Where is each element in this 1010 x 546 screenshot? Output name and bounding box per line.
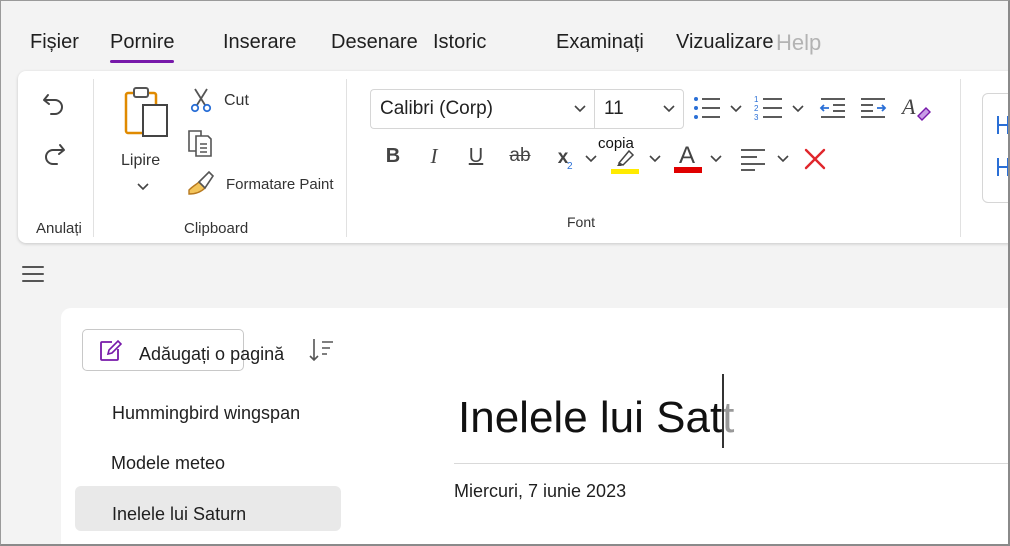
tab-home[interactable]: Pornire (110, 31, 175, 63)
copy-icon[interactable] (185, 127, 215, 159)
chevron-down-icon[interactable] (647, 152, 663, 166)
cut-label[interactable]: Cut (224, 92, 249, 110)
font-color-icon[interactable]: A (673, 141, 703, 175)
tab-review[interactable]: Examinați (556, 31, 644, 54)
bullets-icon[interactable] (690, 93, 724, 123)
font-size-value: 11 (604, 98, 624, 119)
page-title-partial-char: t (722, 393, 735, 442)
undo-group-label: Anulați (36, 220, 82, 237)
page-title[interactable]: Inelele lui Satt (458, 393, 734, 443)
font-name-dropdown[interactable]: Calibri (Corp) (370, 89, 594, 129)
add-page-icon (97, 338, 123, 364)
tab-view[interactable]: Vizualizare (676, 31, 773, 54)
numbering-icon[interactable]: 123 (752, 93, 786, 123)
text-cursor (722, 374, 724, 448)
tab-file[interactable]: Fișier (30, 31, 79, 54)
group-divider (960, 79, 961, 237)
close-icon[interactable] (801, 145, 829, 173)
clear-formatting-icon[interactable]: A (900, 91, 932, 123)
add-page-label: Adăugați o pagină (139, 344, 285, 364)
menu-icon[interactable] (22, 266, 44, 287)
undo-icon[interactable] (38, 87, 70, 119)
paste-icon[interactable] (120, 85, 176, 143)
page-list-item[interactable]: Modele meteo (111, 453, 225, 474)
chevron-down-icon[interactable] (708, 152, 724, 166)
tab-draw[interactable]: Desenare (331, 31, 418, 54)
heading-style-icon (997, 116, 1008, 176)
decrease-indent-icon[interactable] (818, 93, 848, 123)
chevron-down-icon (663, 105, 675, 113)
scissors-icon[interactable] (188, 87, 214, 113)
sort-icon[interactable] (306, 335, 336, 365)
tab-history[interactable]: Istoric (433, 31, 486, 54)
underline-button[interactable]: U (464, 143, 488, 169)
format-painter-icon[interactable] (184, 167, 216, 197)
chevron-down-icon[interactable] (583, 152, 599, 166)
chevron-down-icon[interactable] (775, 152, 791, 166)
font-name-value: Calibri (Corp) (380, 98, 493, 119)
chevron-down-icon (574, 105, 586, 113)
page-list-item-selected[interactable]: Inelele lui Saturn (112, 504, 246, 525)
redo-icon[interactable] (38, 137, 70, 169)
onenote-window: Fișier Pornire Inserare Desenare Istoric… (0, 0, 1010, 546)
svg-text:A: A (679, 142, 695, 169)
group-divider (346, 79, 347, 237)
page-list-item[interactable]: Hummingbird wingspan (112, 403, 300, 424)
chevron-down-icon[interactable] (135, 179, 151, 195)
tab-insert[interactable]: Inserare (223, 31, 296, 54)
styles-gallery[interactable] (982, 93, 1008, 203)
paste-label[interactable]: Lipire (121, 152, 160, 170)
format-painter-label[interactable]: Formatare Paint (226, 176, 334, 193)
svg-text:A: A (901, 94, 916, 119)
group-divider (93, 79, 94, 237)
chevron-down-icon[interactable] (728, 102, 744, 116)
increase-indent-icon[interactable] (858, 93, 888, 123)
italic-button[interactable]: I (422, 143, 446, 169)
title-divider (454, 463, 1008, 464)
page-date: Miercuri, 7 iunie 2023 (454, 481, 627, 501)
strikethrough-button[interactable]: ab (505, 143, 535, 169)
align-icon[interactable] (738, 145, 768, 173)
svg-text:1: 1 (754, 95, 759, 104)
svg-text:3: 3 (754, 113, 759, 122)
highlight-icon[interactable] (608, 143, 642, 175)
ribbon: Anulați Lipire Cut copia Formatare Paint… (18, 71, 1008, 243)
font-size-dropdown[interactable]: 11 (594, 89, 684, 129)
bold-button[interactable]: B (381, 143, 405, 169)
clipboard-group-label: Clipboard (184, 220, 249, 237)
svg-text:2: 2 (754, 104, 759, 113)
chevron-down-icon[interactable] (790, 102, 806, 116)
page-title-text: Inelele lui Sat (458, 393, 723, 442)
subscript-mark: 2 (567, 161, 573, 172)
tab-help[interactable]: Help (776, 30, 821, 56)
font-group-label: Font (567, 214, 596, 230)
